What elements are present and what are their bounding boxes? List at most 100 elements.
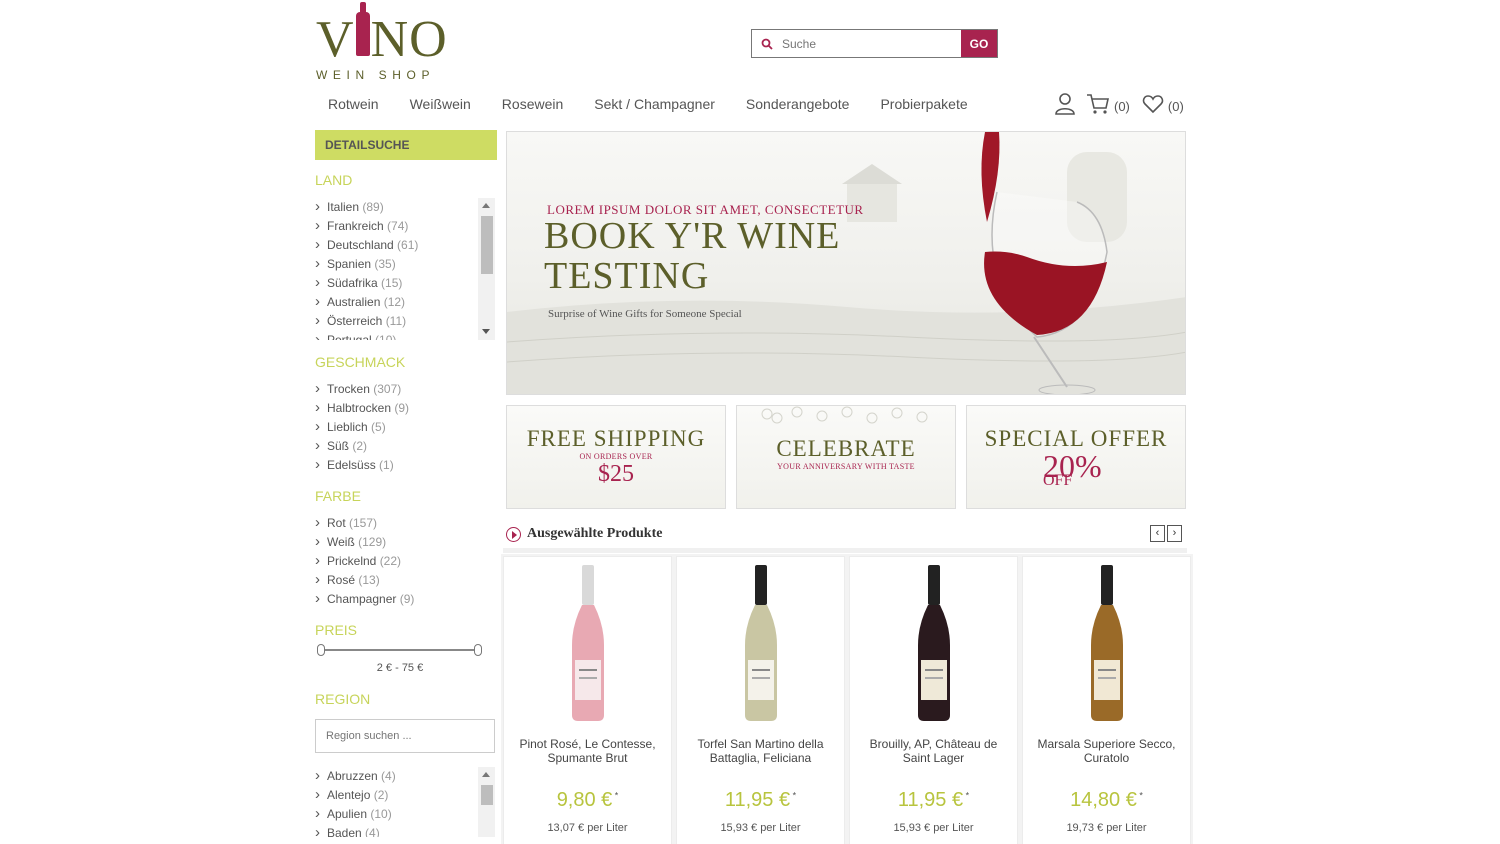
land-item[interactable]: Australien (12) bbox=[315, 292, 497, 312]
price-min-handle[interactable] bbox=[317, 644, 325, 656]
region-item[interactable]: Baden (4) bbox=[315, 823, 497, 837]
land-item[interactable]: Österreich (11) bbox=[315, 311, 497, 331]
promo-small-text: YOUR ANNIVERSARY WITH TASTE bbox=[777, 462, 915, 471]
price-slider-track bbox=[321, 649, 478, 651]
cart-count[interactable]: (0) bbox=[1114, 99, 1130, 114]
product-name[interactable]: Marsala Superiore Secco, Curatolo bbox=[1023, 727, 1190, 771]
promo-special-offer[interactable]: SPECIAL OFFER 20% OFF bbox=[966, 405, 1186, 509]
product-name[interactable]: Torfel San Martino della Battaglia, Feli… bbox=[677, 727, 844, 771]
region-item-count: (4) bbox=[365, 826, 380, 837]
banner-headline: BOOK Y'R WINE TESTING bbox=[544, 216, 840, 296]
land-item-label: Österreich bbox=[327, 314, 386, 328]
land-item-count: (15) bbox=[381, 276, 403, 290]
price-range-slider[interactable] bbox=[317, 643, 482, 659]
scrollbar-thumb[interactable] bbox=[481, 216, 493, 274]
land-scrollbar[interactable] bbox=[478, 198, 495, 340]
land-item-label: Italien bbox=[327, 200, 363, 214]
nav-sekt-champagner[interactable]: Sekt / Champagner bbox=[594, 96, 715, 112]
product-image[interactable] bbox=[850, 557, 1017, 727]
geschmack-item[interactable]: Halbtrocken (9) bbox=[315, 398, 497, 418]
product-name[interactable]: Brouilly, AP, Château de Saint Lager bbox=[850, 727, 1017, 771]
nav-rotwein[interactable]: Rotwein bbox=[328, 96, 379, 112]
promo-free-shipping[interactable]: FREE SHIPPING ON ORDERS OVER $25 bbox=[506, 405, 726, 509]
land-item-label: Spanien bbox=[327, 257, 375, 271]
scroll-up-icon[interactable] bbox=[482, 203, 490, 208]
nav-sonderangebote[interactable]: Sonderangebote bbox=[746, 96, 850, 112]
heart-icon[interactable] bbox=[1142, 94, 1164, 119]
logo[interactable]: V NO WEIN SHOP bbox=[316, 2, 456, 82]
cart-icon[interactable] bbox=[1086, 93, 1110, 120]
grape-decoration-icon bbox=[761, 406, 928, 424]
geschmack-item-count: (9) bbox=[394, 401, 410, 415]
scroll-up-icon[interactable] bbox=[482, 772, 490, 777]
product-price: 11,95 € * bbox=[677, 789, 844, 812]
product-card[interactable]: Torfel San Martino della Battaglia, Feli… bbox=[676, 556, 845, 844]
geschmack-item[interactable]: Edelsüss (1) bbox=[315, 455, 497, 475]
wine-bottle-icon bbox=[917, 565, 950, 721]
geschmack-item-label: Edelsüss bbox=[327, 458, 380, 472]
farbe-item[interactable]: Rosé (13) bbox=[315, 570, 497, 590]
scrollbar-thumb[interactable] bbox=[481, 785, 493, 805]
geschmack-item[interactable]: Lieblich (5) bbox=[315, 417, 497, 437]
geschmack-item[interactable]: Trocken (307) bbox=[315, 379, 497, 399]
promo-celebrate[interactable]: CELEBRATE YOUR ANNIVERSARY WITH TASTE bbox=[736, 405, 956, 509]
region-item[interactable]: Alentejo (2) bbox=[315, 785, 497, 805]
product-price-value: 11,95 € bbox=[897, 789, 964, 811]
land-item[interactable]: Spanien (35) bbox=[315, 254, 497, 274]
facet-title-land: LAND bbox=[315, 172, 353, 188]
logo-bottle-icon bbox=[355, 2, 370, 56]
land-item[interactable]: Portugal (10) bbox=[315, 330, 497, 340]
price-range-label: 2 € - 75 € bbox=[376, 662, 424, 674]
nav-weisswein[interactable]: Weißwein bbox=[410, 96, 471, 112]
land-item[interactable]: Deutschland (61) bbox=[315, 235, 497, 255]
scroll-down-icon[interactable] bbox=[482, 329, 490, 334]
product-grid: Pinot Rosé, Le Contesse, Spumante Brut 9,… bbox=[503, 556, 1191, 844]
product-card[interactable]: Brouilly, AP, Château de Saint Lager 11,9… bbox=[849, 556, 1018, 844]
geschmack-list: Trocken (307)Halbtrocken (9)Lieblich (5)… bbox=[315, 379, 497, 475]
land-item[interactable]: Südafrika (15) bbox=[315, 273, 497, 293]
land-item[interactable]: Frankreich (74) bbox=[315, 216, 497, 236]
farbe-item[interactable]: Rot (157) bbox=[315, 513, 497, 533]
region-search-input[interactable] bbox=[315, 719, 495, 753]
region-item-label: Apulien bbox=[327, 807, 371, 821]
product-card[interactable]: Marsala Superiore Secco, Curatolo 14,80 €… bbox=[1022, 556, 1191, 844]
product-price-per-liter: 15,93 € per Liter bbox=[720, 822, 801, 834]
search-go-button[interactable]: GO bbox=[961, 30, 997, 57]
product-image[interactable] bbox=[504, 557, 671, 727]
user-icon[interactable] bbox=[1054, 92, 1076, 121]
product-price-footnote: * bbox=[790, 790, 797, 801]
region-item-label: Baden bbox=[327, 826, 366, 837]
farbe-item[interactable]: Prickelnd (22) bbox=[315, 551, 497, 571]
land-list: Italien (89)Frankreich (74)Deutschland (… bbox=[315, 198, 497, 340]
land-item-count: (12) bbox=[383, 295, 406, 309]
carousel-next-button[interactable]: › bbox=[1167, 525, 1182, 542]
nav-probierpakete[interactable]: Probierpakete bbox=[880, 96, 967, 112]
product-image[interactable] bbox=[677, 557, 844, 727]
geschmack-item[interactable]: Süß (2) bbox=[315, 436, 497, 456]
farbe-item[interactable]: Weiß (129) bbox=[315, 532, 497, 552]
farbe-item-count: (157) bbox=[349, 516, 378, 530]
promo-big-suffix: OFF bbox=[1043, 472, 1073, 489]
region-item[interactable]: Apulien (10) bbox=[315, 804, 497, 824]
farbe-item[interactable]: Champagner (9) bbox=[315, 589, 497, 609]
search-input[interactable] bbox=[782, 30, 961, 57]
product-image[interactable] bbox=[1023, 557, 1190, 727]
region-scrollbar[interactable] bbox=[478, 767, 495, 837]
logo-wordmark: V NO bbox=[316, 2, 448, 68]
product-price: 14,80 € * bbox=[1023, 789, 1190, 812]
product-name[interactable]: Pinot Rosé, Le Contesse, Spumante Brut bbox=[504, 727, 671, 771]
geschmack-item-label: Trocken bbox=[327, 382, 374, 396]
region-list-scroll: Abruzzen (4)Alentejo (2)Apulien (10)Bade… bbox=[315, 767, 497, 837]
wine-bottle-icon bbox=[571, 565, 604, 721]
geschmack-item-label: Halbtrocken bbox=[327, 401, 395, 415]
wishlist-count[interactable]: (0) bbox=[1168, 99, 1184, 114]
nav-rosewein[interactable]: Rosewein bbox=[502, 96, 563, 112]
land-item-count: (10) bbox=[375, 333, 397, 340]
carousel-prev-button[interactable]: ‹ bbox=[1150, 525, 1165, 542]
land-item[interactable]: Italien (89) bbox=[315, 198, 497, 217]
land-item-label: Frankreich bbox=[327, 219, 388, 233]
hero-banner[interactable]: LOREM IPSUM DOLOR SIT AMET, CONSECTETUR … bbox=[506, 131, 1186, 395]
price-max-handle[interactable] bbox=[474, 644, 482, 656]
region-item[interactable]: Abruzzen (4) bbox=[315, 767, 497, 786]
product-card[interactable]: Pinot Rosé, Le Contesse, Spumante Brut 9,… bbox=[503, 556, 672, 844]
